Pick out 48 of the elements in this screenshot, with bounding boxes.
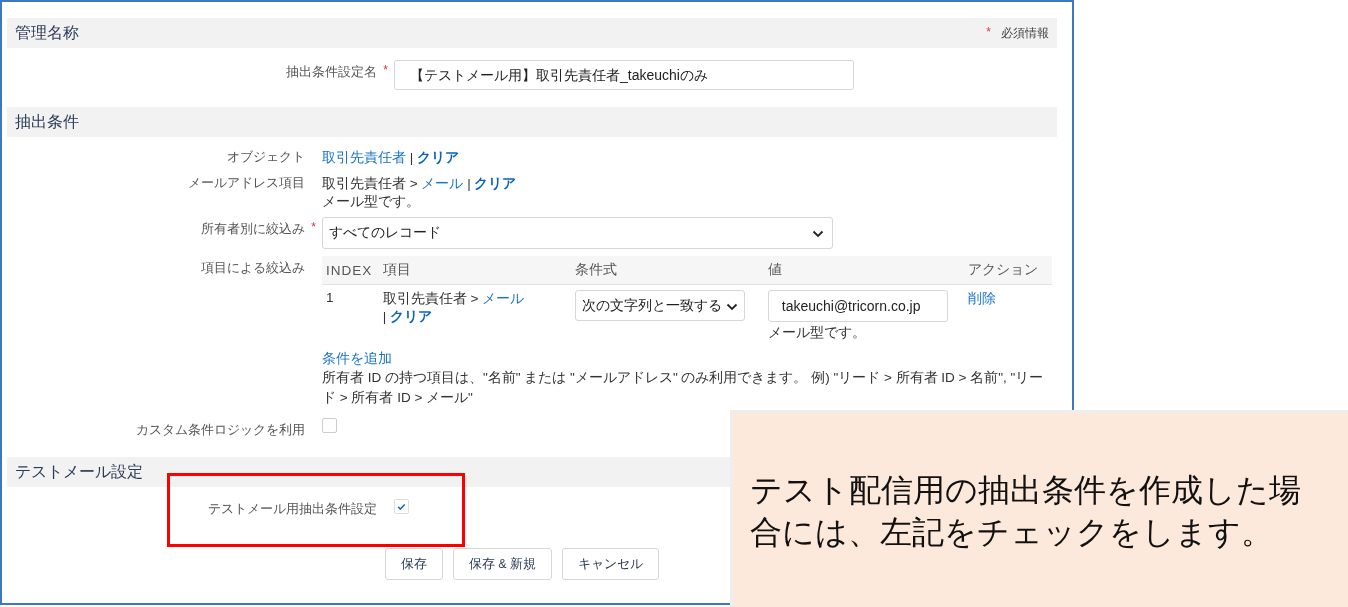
required-mark: *	[311, 220, 316, 234]
type-note: メール型です。	[767, 324, 867, 342]
field-link[interactable]: メール	[421, 176, 464, 191]
operator-select[interactable]: 次の文字列と一致する	[574, 290, 745, 321]
separator: |	[382, 309, 387, 324]
column-header: 値	[763, 256, 964, 285]
checkbox[interactable]	[322, 418, 337, 433]
section-title: 抽出条件	[15, 111, 79, 132]
field-label: メールアドレス項目	[187, 175, 305, 192]
owner-select[interactable]: すべてのレコード	[322, 217, 833, 249]
add-condition-link[interactable]: 条件を追加	[322, 351, 392, 366]
delete-link[interactable]: 削除	[967, 291, 996, 306]
cancel-button[interactable]: キャンセル	[562, 548, 660, 580]
field-path: 取引先責任者 >	[382, 291, 479, 306]
separator: |	[409, 150, 414, 165]
clear-link[interactable]: クリア	[417, 150, 460, 165]
callout-text: テスト配信用の抽出条件を作成した場合には、左記をチェックをします。	[750, 471, 1302, 552]
select-value: 次の文字列と一致する	[581, 296, 722, 315]
checkbox[interactable]	[394, 499, 409, 514]
value-input-field[interactable]: takeuchi@tricorn.co.jp	[767, 290, 948, 322]
save-button[interactable]: 保存	[384, 548, 443, 580]
field-label: オブジェクト	[226, 149, 305, 166]
clear-link[interactable]: クリア	[390, 309, 433, 324]
name-input-field[interactable]: 【テストメール用】取引先責任者_takeuchiのみ	[394, 60, 854, 90]
field-label: カスタム条件ロジックを利用	[135, 422, 305, 439]
separator: |	[467, 176, 471, 191]
column-header: INDEX	[322, 256, 379, 285]
save-and-new-button[interactable]: 保存 & 新規	[452, 548, 553, 580]
required-mark: *	[383, 63, 388, 77]
field-path: 取引先責任者 >	[322, 176, 418, 191]
required-note: 必須情報	[1001, 24, 1049, 42]
type-note: メール型です。	[322, 193, 421, 211]
field-label: テストメール用抽出条件設定	[207, 501, 377, 518]
object-link[interactable]: 取引先責任者	[322, 150, 406, 165]
field-label: 項目による絞込み	[200, 260, 305, 277]
select-value: すべてのレコード	[329, 224, 441, 242]
column-header: アクション	[963, 256, 1052, 285]
field-link[interactable]: メール	[482, 291, 525, 306]
index-cell: 1	[322, 284, 379, 342]
section-title: 管理名称	[15, 22, 79, 43]
clear-link[interactable]: クリア	[474, 176, 517, 191]
column-header: 条件式	[570, 256, 764, 285]
column-header: 項目	[378, 256, 571, 285]
section-title: テストメール設定	[15, 461, 143, 482]
field-label: 抽出条件設定名	[285, 64, 377, 81]
required-mark: *	[986, 24, 991, 41]
field-label: 所有者別に絞込み	[200, 221, 305, 238]
help-text: 所有者 ID の持つ項目は、"名前" または "メールアドレス" のみ利用できます。 例) "リード > 所有者 ID > 名前", "リード > 所有者 ID > メール"	[322, 369, 1045, 407]
